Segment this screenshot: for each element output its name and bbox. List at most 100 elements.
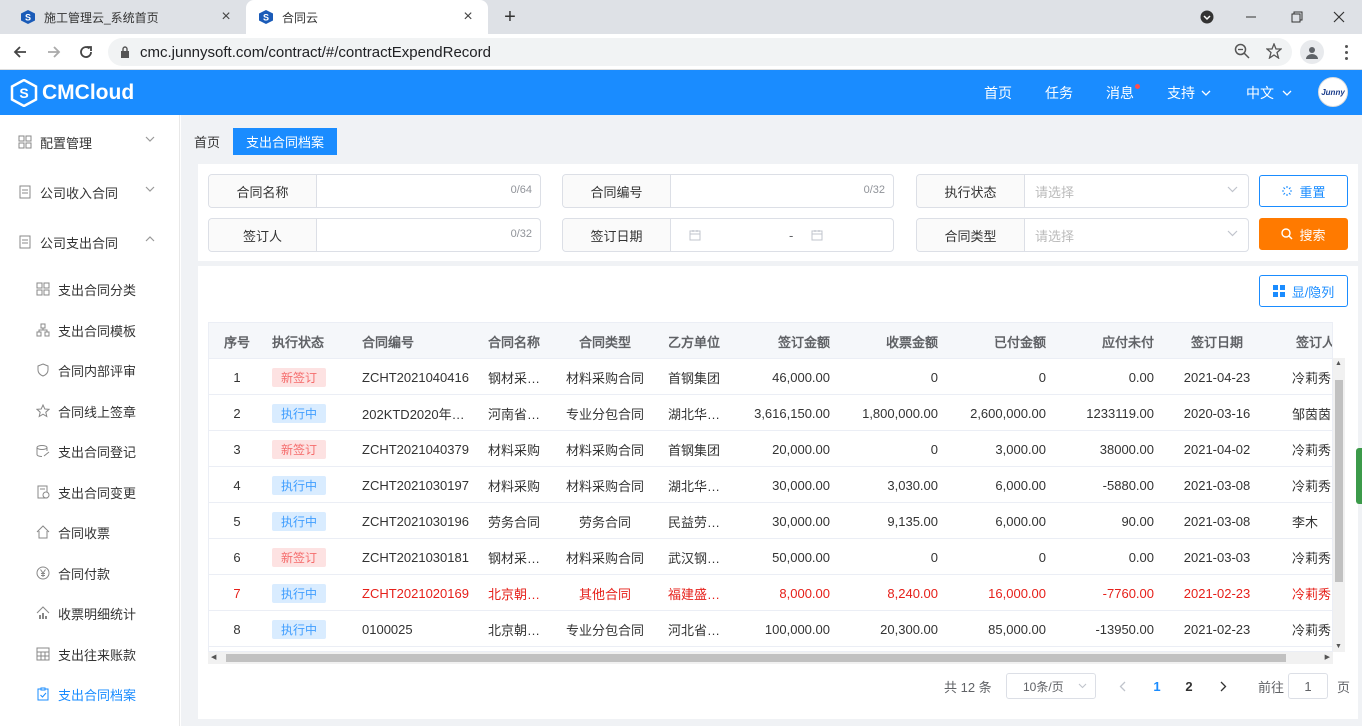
minimize-icon[interactable] — [1228, 0, 1274, 34]
contract-no-input[interactable]: 0/32 — [671, 175, 893, 207]
page-size-select[interactable]: 10条/页 — [1006, 673, 1096, 699]
goto-page-input[interactable]: 1 — [1288, 673, 1328, 699]
next-page-icon[interactable] — [1212, 672, 1234, 700]
sidebar-group-config[interactable]: 配置管理 — [0, 122, 180, 162]
cell-unpaid: 1233119.00 — [1086, 405, 1154, 421]
breadcrumb-current[interactable]: 支出合同档案 — [233, 128, 338, 155]
scroll-right-icon[interactable]: ▶ — [1325, 653, 1330, 661]
sidebar-group-expense[interactable]: 公司支出合同 — [0, 222, 180, 262]
col-header-sign-amount[interactable]: 签订金额 — [729, 323, 830, 359]
scroll-down-icon[interactable]: ▼ — [1335, 643, 1342, 650]
nav-messages[interactable]: 消息 — [1106, 70, 1140, 115]
sidebar-item-invoice-receive[interactable]: 合同收票 — [0, 512, 180, 552]
cell-unpaid: -13950.00 — [1095, 621, 1154, 637]
avatar[interactable]: Junny — [1318, 77, 1348, 107]
sidebar-item-expense-category[interactable]: 支出合同分类 — [0, 269, 180, 309]
col-header-no[interactable]: 序号 — [209, 323, 265, 359]
col-header-invoice-amount[interactable]: 收票金额 — [838, 323, 938, 359]
table-row[interactable]: 8 执行中 0100025 北京朝… 专业分包合同 河北省… 100,000.00 20,30… — [209, 611, 1332, 647]
new-tab-button[interactable]: + — [498, 5, 522, 29]
side-widget-tab[interactable] — [1356, 448, 1362, 504]
table-row[interactable]: 3 新签订 ZCHT2021040379 材料采购 材料采购合同 首钢集团 20,000.0… — [209, 431, 1332, 467]
url-field[interactable]: cmc.junnysoft.com/contract/#/contractExp… — [108, 38, 1292, 66]
vertical-scrollbar[interactable]: ▲ ▼ — [1333, 358, 1345, 652]
toggle-columns-button[interactable]: 显/隐列 — [1259, 275, 1348, 307]
nav-home[interactable]: 首页 — [984, 70, 1012, 115]
col-header-code[interactable]: 合同编号 — [362, 323, 482, 359]
restore-icon[interactable] — [1274, 0, 1320, 34]
back-icon[interactable] — [8, 40, 32, 64]
cell-paid-amount: 6,000.00 — [995, 477, 1046, 493]
table-row[interactable]: 6 新签订 ZCHT2021030181 钢材采… 材料采购合同 武汉钢… 50,000.0… — [209, 539, 1332, 575]
tab-search-icon[interactable] — [1184, 0, 1230, 34]
sidebar-item-internal-review[interactable]: 合同内部评审 — [0, 350, 180, 390]
scroll-left-icon[interactable]: ◀ — [211, 653, 216, 661]
window-close-icon[interactable] — [1316, 0, 1362, 34]
forward-icon[interactable] — [42, 40, 66, 64]
svg-text:S: S — [25, 13, 31, 23]
sidebar-group-income[interactable]: 公司收入合同 — [0, 172, 180, 212]
sidebar-item-payment[interactable]: 合同付款 — [0, 553, 180, 593]
reset-button[interactable]: 重置 — [1259, 175, 1348, 207]
status-badge: 新签订 — [272, 547, 327, 567]
table-row[interactable]: 4 执行中 ZCHT2021030197 材料采购 材料采购合同 湖北华… 30,000.0… — [209, 467, 1332, 503]
browser-tab-0[interactable]: S 施工管理云_系统首页 × — [8, 0, 246, 34]
browser-tab-1[interactable]: S 合同云 × — [246, 0, 488, 34]
scroll-up-icon[interactable]: ▲ — [1335, 360, 1342, 367]
doc-icon — [18, 185, 32, 199]
contract-type-select[interactable]: 请选择 — [1025, 219, 1248, 251]
status-badge: 新签订 — [272, 367, 327, 387]
col-header-unpaid[interactable]: 应付未付 — [1054, 323, 1154, 359]
sidebar-item-expense-archive[interactable]: 支出合同档案 — [0, 674, 180, 714]
app-logo[interactable]: S CMCloud — [10, 79, 134, 107]
page-2[interactable]: 2 — [1178, 672, 1200, 700]
col-header-signer[interactable]: 签订人 — [1296, 323, 1332, 359]
nav-support[interactable]: 支持 — [1167, 70, 1211, 115]
scrollbar-thumb[interactable] — [226, 654, 1286, 662]
nav-tasks[interactable]: 任务 — [1045, 70, 1073, 115]
table-row[interactable]: 5 执行中 ZCHT2021030196 劳务合同 劳务合同 民益劳… 30,000.00 9… — [209, 503, 1332, 539]
zoom-icon[interactable] — [1234, 43, 1250, 62]
close-icon[interactable]: × — [218, 8, 234, 25]
sidebar-item-expense-register[interactable]: 支出合同登记 — [0, 431, 180, 471]
col-header-name[interactable]: 合同名称 — [488, 323, 558, 359]
col-header-status[interactable]: 执行状态 — [272, 323, 352, 359]
table-row[interactable]: 7 执行中 ZCHT2021020169 北京朝… 其他合同 福建盛… 8,000.00 8,… — [209, 575, 1332, 611]
browser-menu-icon[interactable] — [1336, 40, 1356, 64]
reload-icon[interactable] — [74, 40, 98, 64]
prev-page-icon[interactable] — [1111, 672, 1133, 700]
page-1[interactable]: 1 — [1146, 672, 1168, 700]
chevron-up-icon — [145, 234, 155, 245]
sign-date-range[interactable]: - — [671, 219, 893, 251]
col-header-paid-amount[interactable]: 已付金额 — [946, 323, 1046, 359]
sidebar-item-online-sign[interactable]: 合同线上签章 — [0, 391, 180, 431]
close-icon[interactable]: × — [460, 8, 476, 25]
horizontal-scrollbar[interactable]: ◀ ▶ — [208, 652, 1333, 664]
signer-input[interactable]: 0/32 — [317, 219, 540, 251]
register-icon — [36, 444, 50, 458]
table-row[interactable]: 2 执行中 202KTD2020年… 河南省… 专业分包合同 湖北华… 3,616,150.… — [209, 395, 1332, 431]
cell-party: 首钢集团 — [668, 442, 721, 458]
exec-status-select[interactable]: 请选择 — [1025, 175, 1248, 207]
contract-name-input[interactable]: 0/64 — [317, 175, 540, 207]
col-header-sign-date[interactable]: 签订日期 — [1171, 323, 1263, 359]
col-header-party[interactable]: 乙方单位 — [668, 323, 738, 359]
breadcrumb-home[interactable]: 首页 — [181, 128, 233, 155]
col-header-type[interactable]: 合同类型 — [563, 323, 647, 359]
browser-tabstrip: S 施工管理云_系统首页 × S 合同云 × + — [0, 0, 1362, 34]
table-row[interactable]: 1 新签订 ZCHT2021040416 钢材采… 材料采购合同 首钢集团 46,000.0… — [209, 359, 1332, 395]
sidebar-item-invoice-stats[interactable]: 收票明细统计 — [0, 593, 180, 633]
cell-name: 钢材采… — [488, 370, 541, 386]
bookmark-star-icon[interactable] — [1265, 42, 1283, 62]
cell-name: 材料采购 — [488, 478, 541, 494]
sidebar-item-expense-template[interactable]: 支出合同模板 — [0, 310, 180, 350]
search-button[interactable]: 搜索 — [1259, 218, 1348, 250]
cell-invoice-amount: 20,300.00 — [880, 621, 938, 637]
sidebar-item-expense-change[interactable]: 支出合同变更 — [0, 472, 180, 512]
profile-icon[interactable] — [1300, 40, 1324, 64]
cell-party: 民益劳… — [668, 514, 721, 530]
sidebar-item-expense-accounts[interactable]: 支出往来账款 — [0, 634, 180, 674]
scrollbar-thumb[interactable] — [1335, 380, 1343, 582]
nav-language[interactable]: 中文 — [1246, 70, 1292, 115]
chevron-down-icon — [1201, 90, 1211, 96]
